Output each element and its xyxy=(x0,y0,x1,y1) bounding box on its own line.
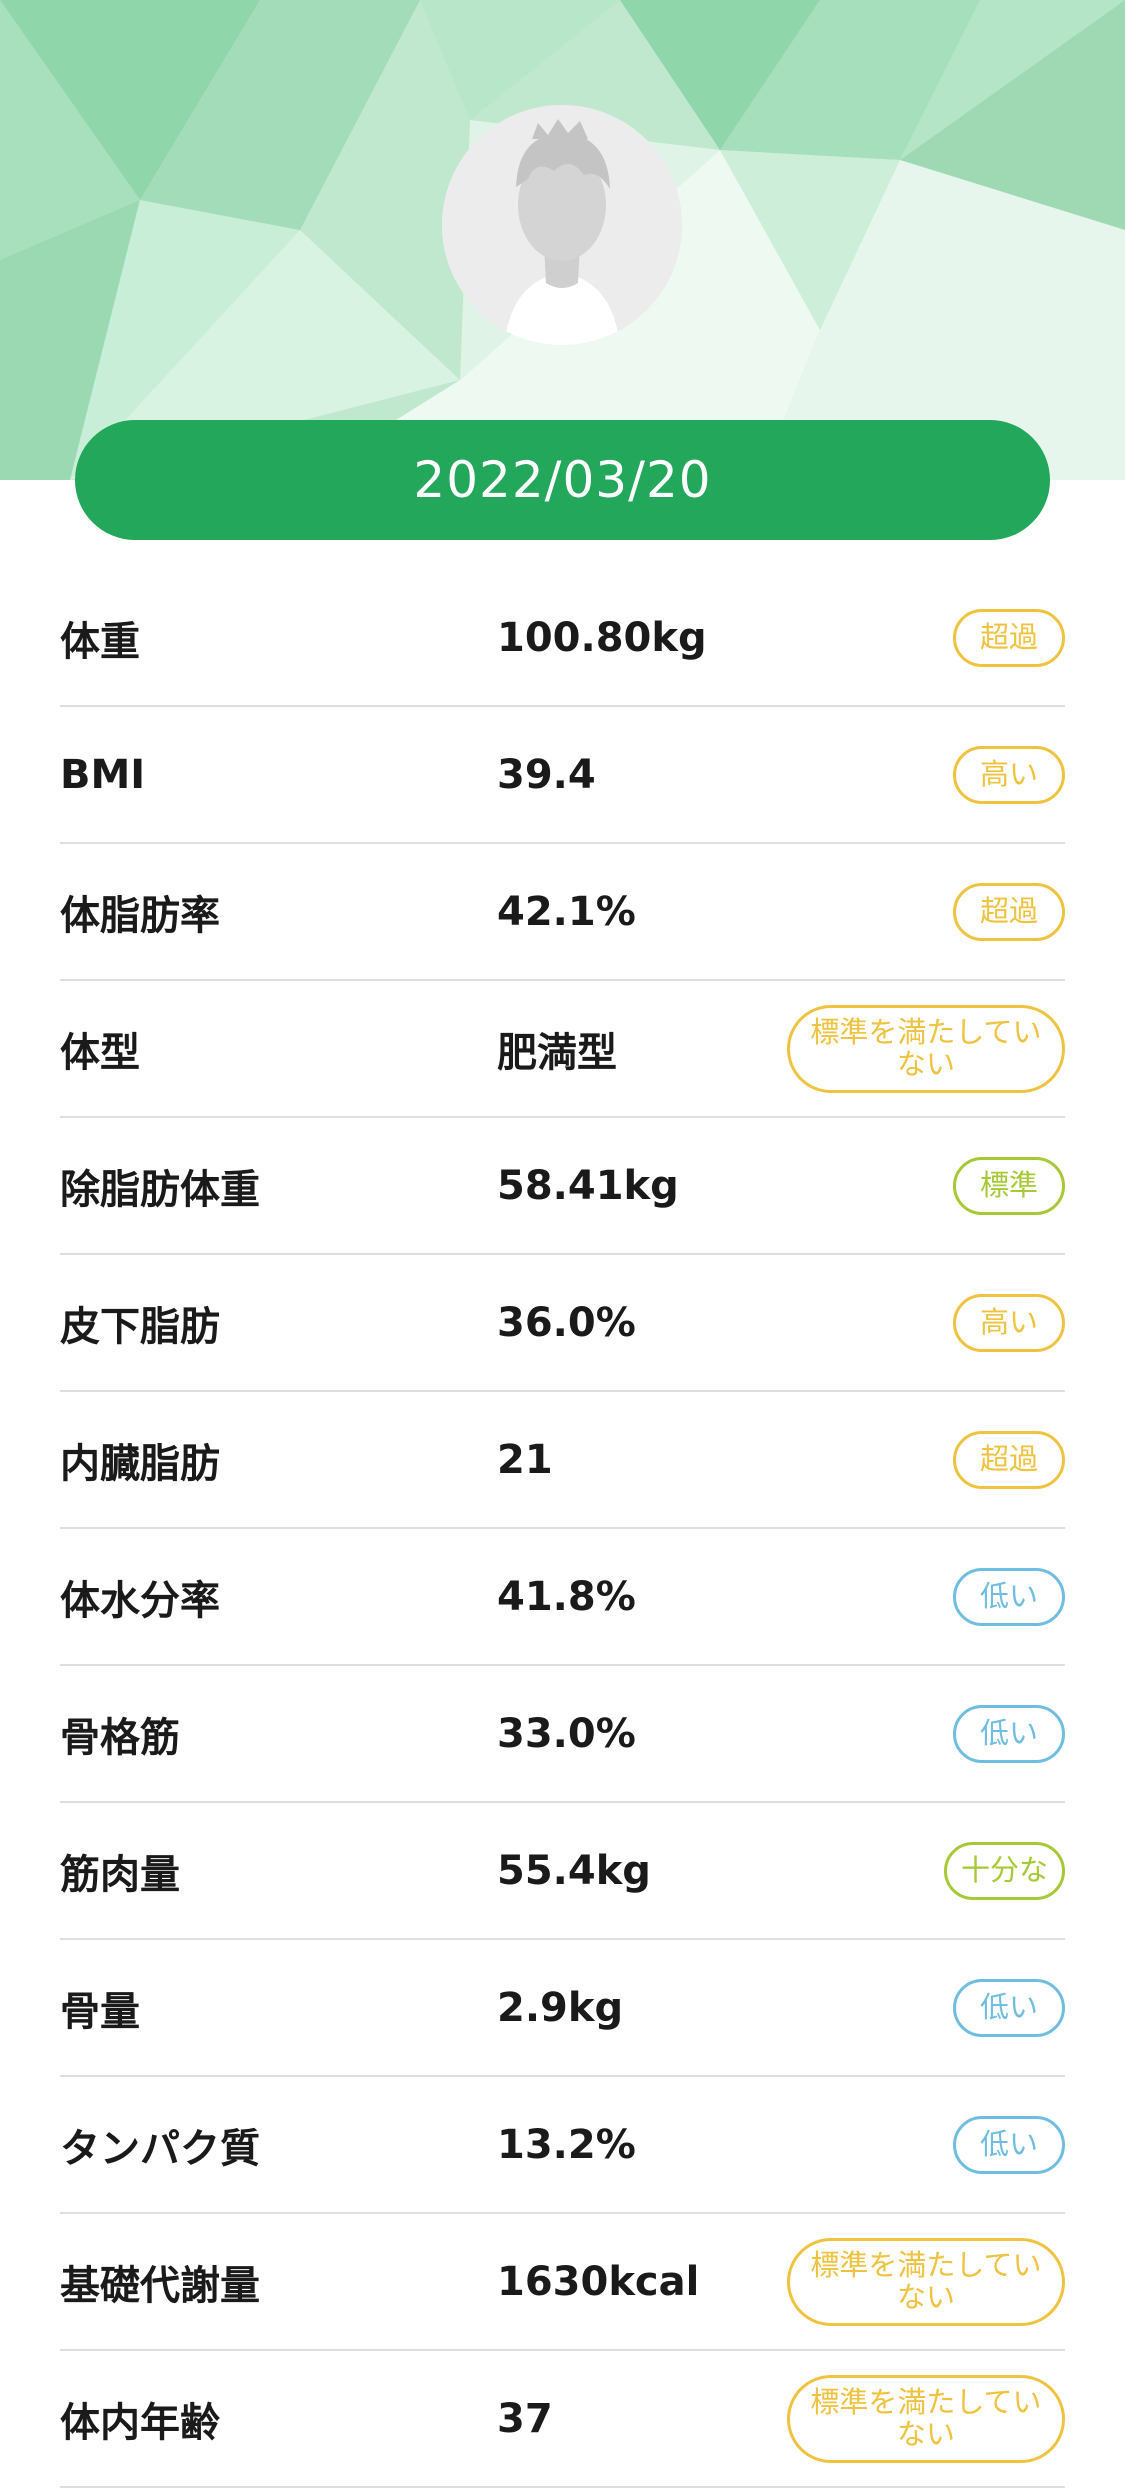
status-badge: 十分な xyxy=(943,1841,1065,1900)
metric-value: 39.4 xyxy=(497,751,596,798)
user-silhouette-icon xyxy=(442,105,682,345)
status-badge: 標準を満たしていない xyxy=(787,2237,1065,2326)
metric-row[interactable]: 骨量 2.9kg 低い xyxy=(60,1940,1065,2077)
metric-row[interactable]: 筋肉量 55.4kg 十分な xyxy=(60,1803,1065,1940)
metric-row[interactable]: タンパク質 13.2% 低い xyxy=(60,2077,1065,2214)
metric-row[interactable]: 体型 肥満型 標準を満たしていない xyxy=(60,981,1065,1118)
metric-value: 1630kcal xyxy=(497,2258,700,2305)
metric-label: 体脂肪率 xyxy=(60,892,220,939)
metric-label: 筋肉量 xyxy=(60,1851,180,1898)
avatar[interactable] xyxy=(442,105,682,345)
metric-label: 骨量 xyxy=(60,1988,140,2035)
metric-row[interactable]: 体重 100.80kg 超過 xyxy=(60,570,1065,707)
status-badge: 低い xyxy=(953,2115,1065,2174)
metric-label: 体水分率 xyxy=(60,1577,220,1624)
metric-value: 36.0% xyxy=(497,1299,636,1346)
metric-label: 基礎代謝量 xyxy=(60,2262,260,2309)
metric-label: 体重 xyxy=(60,618,140,665)
status-badge: 低い xyxy=(953,1704,1065,1763)
status-badge: 標準を満たしていない xyxy=(787,1004,1065,1093)
metric-value: 100.80kg xyxy=(497,614,707,661)
metric-row[interactable]: 体脂肪率 42.1% 超過 xyxy=(60,844,1065,981)
date-text: 2022/03/20 xyxy=(413,451,712,509)
metric-row[interactable]: 体水分率 41.8% 低い xyxy=(60,1529,1065,1666)
metric-value: 58.41kg xyxy=(497,1162,679,1209)
metric-value: 37 xyxy=(497,2395,553,2442)
metric-label: 除脂肪体重 xyxy=(60,1166,260,1213)
metric-row[interactable]: 内臓脂肪 21 超過 xyxy=(60,1392,1065,1529)
metric-value: 33.0% xyxy=(497,1710,636,1757)
metric-row[interactable]: 除脂肪体重 58.41kg 標準 xyxy=(60,1118,1065,1255)
header-banner xyxy=(0,0,1125,480)
status-badge: 低い xyxy=(953,1567,1065,1626)
metric-label: BMI xyxy=(60,751,146,798)
metric-row[interactable]: 骨格筋 33.0% 低い xyxy=(60,1666,1065,1803)
metric-value: 41.8% xyxy=(497,1573,636,1620)
metric-row[interactable]: BMI 39.4 高い xyxy=(60,707,1065,844)
metric-value: 21 xyxy=(497,1436,553,1483)
status-badge: 低い xyxy=(953,1978,1065,2037)
metric-label: 皮下脂肪 xyxy=(60,1303,220,1350)
metric-label: 体内年齢 xyxy=(60,2399,220,2446)
metric-label: 体型 xyxy=(60,1029,140,1076)
status-badge: 高い xyxy=(953,745,1065,804)
status-badge: 超過 xyxy=(953,1430,1065,1489)
metric-value: 13.2% xyxy=(497,2121,636,2168)
metric-value: 2.9kg xyxy=(497,1984,624,2031)
status-badge: 高い xyxy=(953,1293,1065,1352)
metrics-list: 体重 100.80kg 超過 BMI 39.4 高い 体脂肪率 42.1% 超過 体型 肥満型 標準を… xyxy=(60,570,1065,2488)
metric-value: 42.1% xyxy=(497,888,636,935)
metric-label: 骨格筋 xyxy=(60,1714,180,1761)
metric-value: 肥満型 xyxy=(497,1029,617,1076)
metric-label: タンパク質 xyxy=(60,2125,260,2172)
status-badge: 標準を満たしていない xyxy=(787,2374,1065,2463)
metric-label: 内臓脂肪 xyxy=(60,1440,220,1487)
status-badge: 標準 xyxy=(953,1156,1065,1215)
status-badge: 超過 xyxy=(953,882,1065,941)
metric-row[interactable]: 基礎代謝量 1630kcal 標準を満たしていない xyxy=(60,2214,1065,2351)
status-badge: 超過 xyxy=(953,608,1065,667)
metric-row[interactable]: 皮下脂肪 36.0% 高い xyxy=(60,1255,1065,1392)
date-header[interactable]: 2022/03/20 xyxy=(75,420,1050,540)
metric-value: 55.4kg xyxy=(497,1847,651,1894)
metric-row[interactable]: 体内年齢 37 標準を満たしていない xyxy=(60,2351,1065,2488)
